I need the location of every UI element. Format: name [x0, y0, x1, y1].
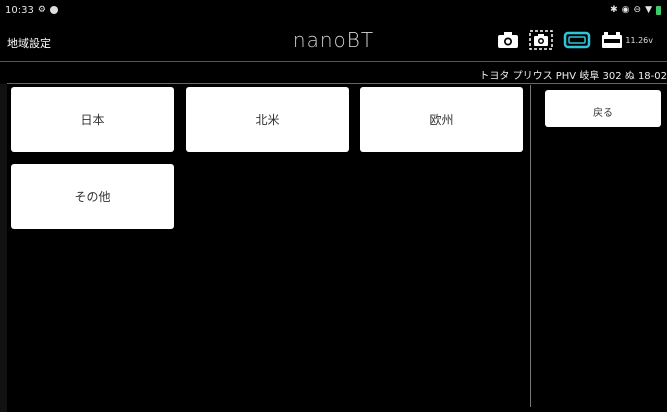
connection-icon[interactable]	[563, 30, 591, 50]
region-button-europe[interactable]: 欧州	[360, 87, 523, 152]
vehicle-info: トヨタ プリウス PHV 岐阜 302 ぬ 18-02	[479, 71, 667, 82]
bluetooth-icon: ✱	[610, 4, 618, 15]
minus-circle-icon: ⊖	[633, 4, 642, 15]
screenshot-camera-icon[interactable]	[529, 30, 554, 50]
info-icon	[49, 6, 58, 14]
content-divider	[7, 83, 667, 84]
region-button-other[interactable]: その他	[11, 164, 174, 229]
back-button[interactable]: 戻る	[545, 90, 661, 127]
brand-prefix: nano	[292, 28, 347, 52]
region-button-north-america[interactable]: 北米	[186, 87, 349, 152]
left-edge-strip	[0, 84, 7, 412]
car-battery-icon: 11.26v	[601, 30, 653, 50]
wifi-icon: ▼	[645, 4, 652, 15]
camera-icon[interactable]	[497, 30, 519, 50]
clock: 10:33	[5, 4, 34, 16]
region-button-japan[interactable]: 日本	[11, 87, 174, 152]
header-divider	[0, 61, 667, 62]
brand-suffix: BT	[346, 28, 375, 52]
app-bar: 地域設定 nanoBT 11.26v	[0, 20, 667, 60]
side-panel-divider	[530, 85, 531, 407]
voltage-readout: 11.26v	[625, 35, 653, 45]
settings-icon: ⚙	[37, 4, 46, 15]
battery-icon	[656, 5, 661, 15]
status-bar: 10:33 ⚙ ✱ ◉ ⊖ ▼	[0, 0, 667, 20]
data-saver-icon: ◉	[621, 4, 630, 15]
